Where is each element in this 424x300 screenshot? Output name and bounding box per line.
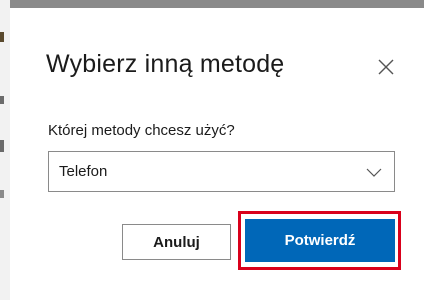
page: Wybierz inną metodę Której metody chcesz… <box>0 0 424 300</box>
choose-method-dialog: Wybierz inną metodę Której metody chcesz… <box>10 8 424 300</box>
confirm-button[interactable]: Potwierdź <box>245 219 395 262</box>
background-fragment <box>0 32 4 42</box>
background-page-edge <box>0 0 10 300</box>
background-fragment <box>0 96 4 104</box>
method-select[interactable]: Telefon <box>48 151 395 192</box>
background-fragment <box>0 140 4 152</box>
close-icon <box>378 59 394 75</box>
dialog-title: Wybierz inną metodę <box>46 50 285 78</box>
method-select-value: Telefon <box>59 163 108 180</box>
background-fragment <box>0 190 4 198</box>
close-button[interactable] <box>373 54 399 80</box>
method-question-label: Której metody chcesz użyć? <box>48 122 235 139</box>
chevron-down-icon <box>366 168 382 177</box>
background-window-edge <box>0 0 424 8</box>
cancel-button[interactable]: Anuluj <box>122 224 231 260</box>
